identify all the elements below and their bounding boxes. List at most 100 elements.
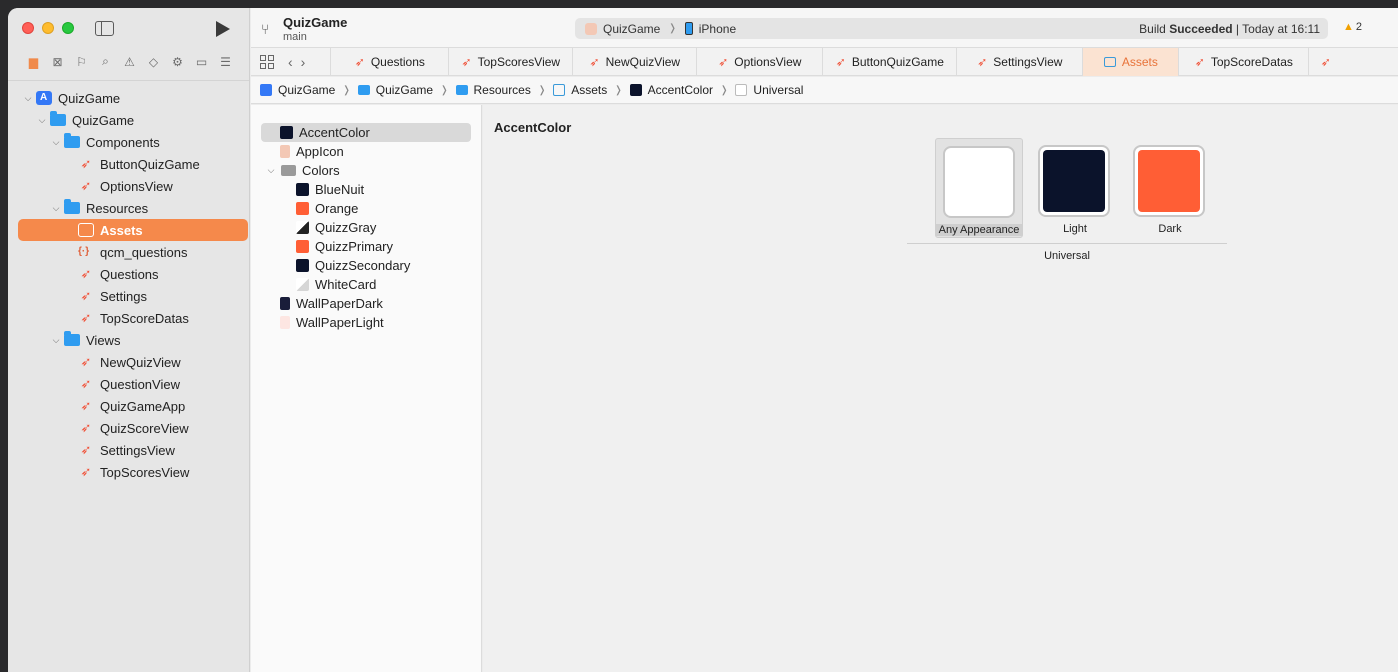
- grid-icon[interactable]: [260, 54, 274, 69]
- asset-item[interactable]: QuizzPrimary: [251, 237, 481, 256]
- chevron-down-icon[interactable]: ⌵: [51, 203, 61, 214]
- jump-bar-item[interactable]: AccentColor: [629, 83, 713, 97]
- swift-file-icon: ➶: [589, 54, 600, 69]
- tree-item-label: Components: [86, 134, 160, 150]
- back-forward-icon[interactable]: ‹›: [288, 54, 313, 70]
- jump-bar-item[interactable]: QuizGame: [260, 83, 335, 97]
- tree-item[interactable]: ⌵ Resources: [8, 197, 250, 219]
- color-well[interactable]: Any Appearance: [935, 138, 1023, 238]
- swift-file-icon: ➶: [80, 310, 92, 325]
- tab-buttonquizgame[interactable]: ➶ ButtonQuizGame: [822, 47, 956, 76]
- asset-item[interactable]: WallPaperDark: [251, 294, 481, 313]
- asset-item[interactable]: QuizzSecondary: [251, 256, 481, 275]
- warnings-count: 2: [1355, 21, 1363, 33]
- folder-icon: [64, 331, 80, 346]
- tree-item[interactable]: ➶ TopScoreDatas: [8, 307, 250, 329]
- chevron-down-icon[interactable]: ⌵: [37, 115, 47, 126]
- tree-item[interactable]: ➶ ButtonQuizGame: [8, 153, 250, 175]
- color-swatch-icon: [296, 202, 309, 215]
- source-control-icon[interactable]: ⊠: [50, 54, 65, 69]
- asset-label: QuizzSecondary: [315, 258, 411, 273]
- tree-item[interactable]: ⌵ QuizGame: [8, 109, 250, 131]
- tree-item[interactable]: ➶ Settings: [8, 285, 250, 307]
- color-well[interactable]: Light: [1031, 138, 1119, 238]
- chevron-down-icon[interactable]: ⌵: [51, 137, 61, 148]
- tree-item[interactable]: ⌵ QuizGame: [8, 87, 250, 109]
- asset-item[interactable]: WhiteCard: [251, 275, 481, 294]
- file-tree: ⌵ QuizGame ⌵ QuizGame ⌵ Components ➶ ButtonQuiz…: [8, 87, 250, 483]
- jump-bar: QuizGame ❭ QuizGame ❭ Resources ❭ Assets ❭ Accen…: [251, 77, 1398, 104]
- tree-item[interactable]: ⌵ Views: [8, 329, 250, 351]
- run-button[interactable]: [216, 21, 230, 37]
- color-swatch-icon: [296, 259, 309, 272]
- asset-label: WallPaperDark: [296, 296, 383, 311]
- tree-item[interactable]: ➶ OptionsView: [8, 175, 250, 197]
- color-swatch-icon: [296, 183, 309, 196]
- close-window-button[interactable]: [22, 22, 34, 34]
- tree-item[interactable]: ⌵ Components: [8, 131, 250, 153]
- tree-item[interactable]: ➶ QuizGameApp: [8, 395, 250, 417]
- destination-selector[interactable]: iPhone: [699, 22, 736, 36]
- asset-label: Colors: [302, 163, 340, 178]
- test-navigator-icon[interactable]: ◇: [146, 54, 161, 69]
- tree-item[interactable]: ➶ TopScoresView: [8, 461, 250, 483]
- color-swatch-icon: [296, 278, 309, 291]
- tab-spacer: [313, 48, 330, 76]
- tree-item-label: Questions: [100, 266, 159, 282]
- asset-item[interactable]: QuizzGray: [251, 218, 481, 237]
- asset-item[interactable]: AccentColor: [251, 123, 481, 142]
- minimize-window-button[interactable]: [42, 22, 54, 34]
- tab-newquizview[interactable]: ➶ NewQuizView: [572, 47, 696, 76]
- tree-item[interactable]: ➶ QuizScoreView: [8, 417, 250, 439]
- asset-item[interactable]: BlueNuit: [251, 180, 481, 199]
- project-navigator: ▆ ⊠ ⚐ ⌕ ⚠ ◇ ⚙ ▭ ☰ ⌵ QuizGame ⌵ QuizGame ⌵ Com…: [8, 8, 250, 672]
- chevron-down-icon[interactable]: ⌵: [51, 335, 61, 346]
- folder-navigator-icon[interactable]: ▆: [26, 54, 41, 69]
- asset-label: Orange: [315, 201, 359, 216]
- asset-item[interactable]: AppIcon: [251, 142, 481, 161]
- chevron-right-icon: ❭: [720, 84, 729, 96]
- color-well[interactable]: Dark: [1126, 138, 1214, 238]
- tab-topscoredatas[interactable]: ➶ TopScoreDatas: [1178, 47, 1308, 76]
- build-status: Build Succeeded | Today at 16:11: [1139, 22, 1320, 36]
- color-swatch-icon: [296, 221, 309, 234]
- asset-item[interactable]: WallPaperLight: [251, 313, 481, 332]
- debug-navigator-icon[interactable]: ⚙: [170, 54, 185, 69]
- image-set-icon: [280, 297, 290, 310]
- tree-item[interactable]: ➶ NewQuizView: [8, 351, 250, 373]
- asset-title: AccentColor: [494, 120, 572, 135]
- tree-item-label: OptionsView: [100, 178, 173, 194]
- bookmark-icon[interactable]: ⚐: [74, 54, 89, 69]
- tree-item[interactable]: ➶ SettingsView: [8, 439, 250, 461]
- tree-item[interactable]: {·} qcm_questions: [8, 241, 250, 263]
- zoom-window-button[interactable]: [62, 22, 74, 34]
- scheme-selector[interactable]: QuizGame: [603, 22, 660, 36]
- chevron-down-icon[interactable]: ⌵: [266, 165, 276, 176]
- tree-item[interactable]: ➶ QuestionView: [8, 373, 250, 395]
- jump-bar-item[interactable]: Universal: [735, 83, 803, 97]
- appearance-group-label: Universal: [1044, 250, 1090, 262]
- tab-optionsview[interactable]: ➶ OptionsView: [696, 47, 822, 76]
- asset-item[interactable]: ⌵ Colors: [251, 161, 481, 180]
- jump-bar-item[interactable]: Assets: [553, 83, 607, 97]
- tree-item[interactable]: Assets: [8, 219, 250, 241]
- asset-item[interactable]: Orange: [251, 199, 481, 218]
- issue-navigator-icon[interactable]: ⚠: [122, 54, 137, 69]
- branch-name[interactable]: main: [283, 31, 307, 43]
- tree-item-label: Settings: [100, 288, 147, 304]
- tab-questions[interactable]: ➶ Questions: [330, 47, 448, 76]
- jump-bar-item[interactable]: QuizGame: [357, 83, 433, 97]
- tab-overflow[interactable]: ➶: [1308, 47, 1348, 76]
- tree-item[interactable]: ➶ Questions: [8, 263, 250, 285]
- chevron-down-icon[interactable]: ⌵: [23, 93, 33, 104]
- warnings-badge[interactable]: ▲ 2: [1343, 21, 1362, 33]
- search-icon[interactable]: ⌕: [98, 54, 113, 69]
- jump-bar-item[interactable]: Resources: [455, 83, 531, 97]
- report-navigator-icon[interactable]: ☰: [218, 54, 233, 69]
- tab-settingsview[interactable]: ➶ SettingsView: [956, 47, 1082, 76]
- sidebar-toggle-icon[interactable]: [95, 21, 114, 36]
- tab-assets[interactable]: Assets: [1082, 47, 1179, 76]
- tab-topscoresview[interactable]: ➶ TopScoresView: [448, 47, 572, 76]
- swift-file-icon: ➶: [1194, 54, 1205, 69]
- breakpoint-navigator-icon[interactable]: ▭: [194, 54, 209, 69]
